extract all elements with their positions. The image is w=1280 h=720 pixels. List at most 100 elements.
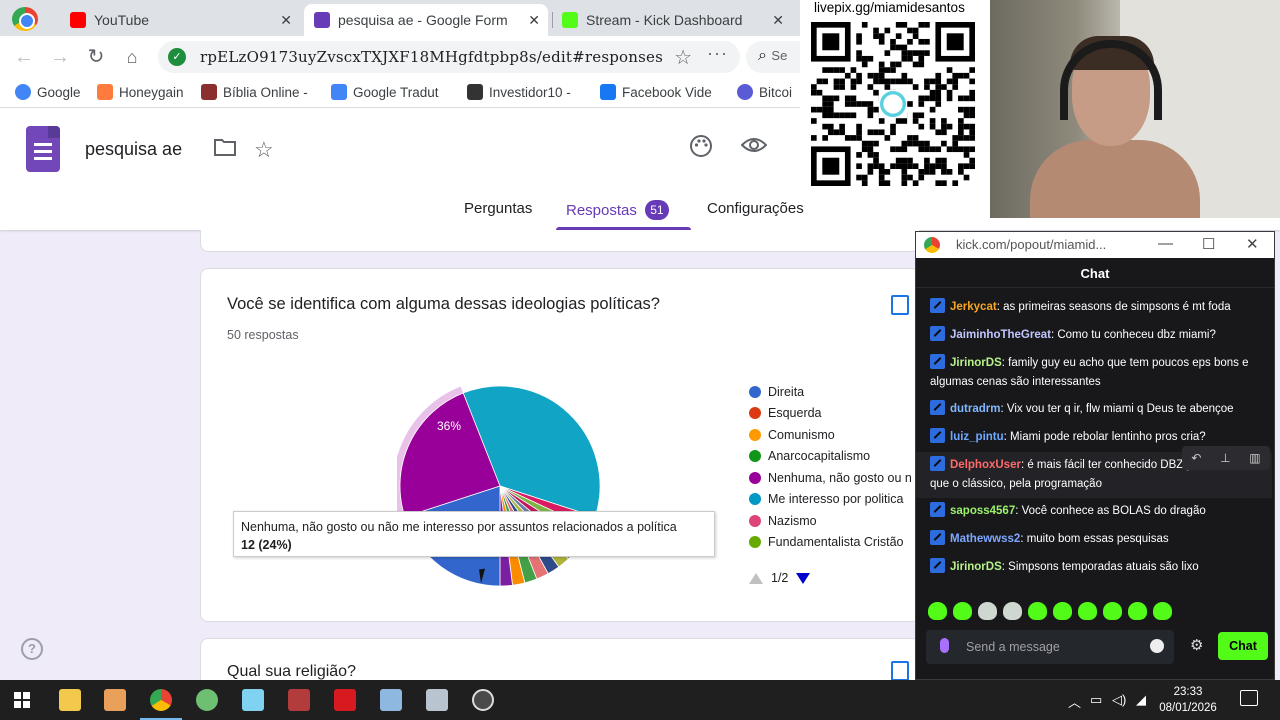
chat-message[interactable]: JaiminhoTheGreat: Como tu conheceu dbz m… (930, 326, 1260, 345)
image-viewer-icon[interactable] (380, 689, 402, 711)
emote-icon[interactable] (953, 602, 972, 620)
emote-icon[interactable] (978, 602, 997, 620)
tab-perguntas[interactable]: Perguntas (464, 200, 532, 230)
chat-username[interactable]: dutradrm (950, 403, 1000, 415)
emote-icon[interactable] (1153, 602, 1172, 620)
bookmark-biblia[interactable]: Bíblia Online - (201, 84, 308, 100)
emote-icon[interactable] (1028, 602, 1047, 620)
chat-username[interactable]: DelphoxUser (950, 459, 1021, 471)
close-tab-icon[interactable]: ✕ (772, 12, 784, 29)
legend-prev-icon[interactable] (749, 572, 763, 584)
emote-icon[interactable] (1103, 602, 1122, 620)
emoji-picker-icon[interactable] (1150, 639, 1164, 653)
chat-username[interactable]: Mathewwss2 (950, 533, 1020, 545)
chat-username[interactable]: luiz_pintu (950, 431, 1004, 443)
folder-icon[interactable] (214, 138, 236, 162)
reply-icon[interactable]: ↶ (1191, 451, 1201, 465)
calculator-icon[interactable] (288, 689, 310, 711)
bookmark-google[interactable]: Google (15, 84, 81, 100)
fl-studio-icon[interactable] (334, 689, 356, 711)
chat-message[interactable]: luiz_pintu: Miami pode rebolar lentinho … (930, 428, 1260, 447)
network-icon[interactable]: ◢ (1136, 692, 1146, 708)
bookmark-translate[interactable]: Google Tradut (331, 84, 439, 100)
chat-settings-gear-icon[interactable]: ⚙ (1190, 636, 1203, 654)
legend-item[interactable]: Fundamentalista Cristão (749, 532, 921, 554)
delete-icon[interactable]: ▥ (1249, 451, 1260, 465)
send-chat-button[interactable]: Chat (1218, 632, 1268, 660)
copy-chart-icon[interactable] (891, 661, 909, 680)
chat-username[interactable]: saposs4567 (950, 505, 1015, 517)
legend-item[interactable]: Esquerda (749, 403, 921, 425)
legend-next-icon[interactable] (796, 572, 811, 584)
microphone-icon[interactable] (940, 638, 949, 653)
app-icon-green[interactable] (196, 689, 218, 711)
search-box[interactable]: ⌕ Se (746, 41, 800, 73)
legend-item[interactable]: Nazismo (749, 510, 921, 532)
bookmark-bitcoin[interactable]: Bitcoi (737, 84, 792, 100)
windows-start-icon[interactable] (14, 692, 30, 708)
obs-icon[interactable] (472, 689, 494, 711)
system-clock[interactable]: 23:33 08/01/2026 (1158, 684, 1218, 716)
volume-icon[interactable]: ◁) (1112, 692, 1126, 708)
maximize-icon[interactable]: ☐ (1202, 235, 1215, 253)
chat-message[interactable]: dutradrm: Vix vou ter q ir, flw miami q … (930, 400, 1260, 419)
chat-username[interactable]: JirinorDS (950, 357, 1002, 369)
tab-configuracoes[interactable]: Configurações (707, 200, 804, 230)
bookmark-investidor10[interactable]: Investidor10 - (467, 84, 571, 100)
close-tab-icon[interactable]: ✕ (280, 12, 292, 29)
emote-icon[interactable] (1053, 602, 1072, 620)
chat-message[interactable]: saposs4567: Você conhece as BOLAS do dra… (930, 502, 1260, 521)
legend-item[interactable]: Comunismo (749, 424, 921, 446)
chrome-logo-icon[interactable] (12, 7, 38, 31)
minimize-icon[interactable]: — (1158, 235, 1173, 252)
chat-username[interactable]: JaiminhoTheGreat (950, 329, 1051, 341)
pin-icon[interactable]: ⊥ (1220, 451, 1230, 465)
app-icon-notes[interactable] (242, 689, 264, 711)
legend-item[interactable]: Anarcocapitalismo (749, 446, 921, 468)
media-player-icon[interactable] (104, 689, 126, 711)
emote-icon[interactable] (1003, 602, 1022, 620)
legend-item[interactable]: Nenhuma, não gosto ou n (749, 467, 921, 489)
star-icon[interactable]: ☆ (254, 137, 274, 163)
emote-icon[interactable] (1128, 602, 1147, 620)
chat-message[interactable]: JirinorDS: Simpsons temporadas atuais sã… (930, 558, 1260, 577)
help-icon[interactable]: ? (21, 638, 43, 660)
chat-username[interactable]: Jerkycat (950, 301, 997, 313)
address-bar[interactable]: ✓ rpELzO9173uyZvscxTXJXF18MHgfdtpbp8s/ed… (158, 41, 740, 73)
bookmark-honeygain[interactable]: Honeygain (97, 84, 184, 100)
chat-message-input[interactable] (966, 637, 1136, 657)
form-title[interactable]: pesquisa ae (85, 139, 182, 160)
popout-titlebar[interactable]: kick.com/popout/miamid... — ☐ ✕ (916, 232, 1274, 258)
window-app-icon[interactable] (426, 689, 448, 711)
preview-eye-icon[interactable] (740, 135, 768, 161)
more-icon[interactable]: ··· (707, 43, 728, 64)
file-explorer-icon[interactable] (59, 689, 81, 711)
notifications-icon[interactable] (1240, 690, 1258, 706)
legend-item[interactable]: Me interesso por politica (749, 489, 921, 511)
emote-icon[interactable] (1078, 602, 1097, 620)
tab-kick-dashboard[interactable]: Stream - Kick Dashboard ✕ (552, 4, 792, 36)
emote-icon[interactable] (928, 602, 947, 620)
battery-icon[interactable]: ▭ (1090, 692, 1102, 708)
close-tab-icon[interactable]: ✕ (528, 12, 540, 29)
chrome-taskbar-icon[interactable] (140, 689, 182, 720)
pie-chart[interactable] (397, 383, 603, 609)
chat-message[interactable]: Mathewwss2: muito bom essas pesquisas (930, 530, 1260, 549)
bookmark-facebook[interactable]: Facebook Vide (600, 84, 712, 100)
copy-chart-icon[interactable] (891, 295, 909, 315)
palette-icon[interactable] (689, 134, 713, 164)
site-info-icon[interactable]: ✓ (168, 48, 186, 66)
forward-icon[interactable]: → (48, 45, 72, 69)
tab-respostas[interactable]: Respostas 51 (556, 200, 691, 230)
reload-icon[interactable]: ↻ (84, 45, 108, 69)
tab-youtube[interactable]: YouTube ✕ (60, 4, 300, 36)
chat-message[interactable]: Jerkycat: as primeiras seasons de simpso… (930, 298, 1260, 317)
tray-chevron-icon[interactable]: ︿ (1068, 692, 1081, 711)
home-icon[interactable]: ⌂ (120, 45, 144, 69)
chat-message[interactable]: JirinorDS: family guy eu acho que tem po… (930, 354, 1260, 392)
tab-google-forms[interactable]: pesquisa ae - Google Form ✕ (304, 4, 548, 36)
legend-item[interactable]: Direita (749, 381, 921, 403)
close-window-icon[interactable]: ✕ (1246, 235, 1259, 253)
bookmark-star-icon[interactable]: ☆ (674, 45, 692, 70)
google-forms-logo-icon[interactable] (26, 126, 60, 172)
